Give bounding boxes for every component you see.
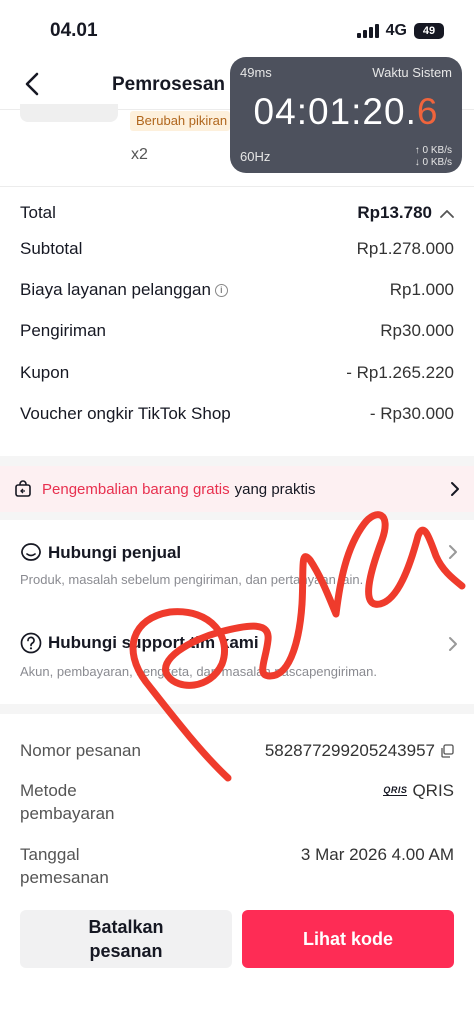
order-number-value: 582877299205243957 bbox=[264, 741, 435, 760]
chevron-up-icon bbox=[440, 209, 454, 218]
coupon-value: - Rp1.265.220 bbox=[346, 363, 454, 382]
chat-bubble-icon bbox=[21, 543, 41, 561]
free-return-subtext: yang praktis bbox=[234, 480, 316, 498]
contact-seller[interactable]: Hubungi penjual Produk, masalah sebelum … bbox=[0, 520, 474, 610]
network-speed: ↑ 0 KB/s ↓ 0 KB/s bbox=[415, 145, 452, 169]
service-fee-row: Biaya layanan pelanggan i Rp1.000 bbox=[20, 280, 454, 300]
shipping-label: Pengiriman bbox=[20, 321, 106, 340]
clock-label: Waktu Sistem bbox=[372, 65, 452, 80]
clock-time: 04:01:20.6 bbox=[230, 91, 462, 133]
shipping-value: Rp30.000 bbox=[380, 321, 454, 340]
service-fee-label: Biaya layanan pelanggan bbox=[20, 280, 211, 299]
chevron-left-icon bbox=[25, 72, 39, 96]
battery-icon: 49 bbox=[414, 23, 444, 39]
total-value: Rp13.780 bbox=[357, 203, 432, 222]
latency-readout: 49ms bbox=[240, 65, 272, 80]
status-bar: 04.01 4G 49 bbox=[0, 0, 474, 60]
product-quantity: x2 bbox=[131, 146, 148, 163]
cancel-order-label: Batalkan pesanan bbox=[88, 917, 164, 961]
contact-support[interactable]: Hubungi support tim kami Akun, pembayara… bbox=[0, 610, 474, 702]
coupon-row: Kupon - Rp1.265.220 bbox=[20, 363, 454, 383]
payment-method-row: Metode pembayaran QRIS QRIS bbox=[20, 779, 454, 827]
section-divider bbox=[0, 456, 474, 466]
order-date-value: 3 Mar 2026 4.00 AM bbox=[300, 845, 454, 864]
free-return-text: Pengembalian barang gratis bbox=[42, 480, 230, 498]
help-icon bbox=[20, 632, 42, 654]
order-number-label: Nomor pesanan bbox=[20, 741, 141, 760]
section-divider bbox=[0, 512, 474, 520]
chevron-right-icon bbox=[449, 637, 457, 651]
system-clock-overlay[interactable]: 49ms Waktu Sistem 04:01:20.6 60Hz ↑ 0 KB… bbox=[230, 57, 462, 173]
order-number-row: Nomor pesanan 582877299205243957 bbox=[20, 739, 454, 763]
view-code-button[interactable]: Lihat kode bbox=[242, 910, 454, 968]
subtotal-label: Subtotal bbox=[20, 239, 83, 258]
subtotal-value: Rp1.278.000 bbox=[356, 239, 454, 258]
chevron-right-icon bbox=[451, 482, 459, 496]
signal-icon bbox=[356, 24, 379, 38]
battery-level: 49 bbox=[422, 25, 436, 37]
return-bag-icon bbox=[15, 480, 31, 497]
order-date-label: Tanggal pemesanan bbox=[20, 845, 109, 887]
info-icon[interactable]: i bbox=[214, 283, 228, 297]
contact-seller-subtitle: Produk, masalah sebelum pengiriman, dan … bbox=[20, 572, 364, 587]
service-fee-value: Rp1.000 bbox=[389, 280, 454, 299]
cancel-order-button[interactable]: Batalkan pesanan bbox=[20, 910, 232, 968]
shipping-voucher-value: - Rp30.000 bbox=[369, 404, 454, 423]
total-value-wrap: Rp13.780 bbox=[357, 203, 454, 223]
total-label: Total bbox=[20, 203, 56, 222]
clock-time-last-digit: 6 bbox=[416, 91, 439, 132]
chevron-right-icon bbox=[449, 545, 457, 559]
coupon-label: Kupon bbox=[20, 363, 70, 382]
upload-speed: ↑ 0 KB/s bbox=[414, 145, 452, 156]
view-code-label: Lihat kode bbox=[302, 928, 393, 949]
total-row[interactable]: Total Rp13.780 bbox=[20, 203, 454, 223]
product-thumbnail[interactable] bbox=[20, 104, 118, 122]
subtotal-row: Subtotal Rp1.278.000 bbox=[20, 239, 454, 259]
free-return-banner[interactable]: Pengembalian barang gratis yang praktis bbox=[0, 466, 474, 512]
status-time: 04.01 bbox=[50, 20, 98, 41]
section-divider bbox=[0, 704, 474, 714]
contact-seller-title: Hubungi penjual bbox=[48, 543, 182, 562]
network-type: 4G bbox=[385, 22, 407, 39]
shipping-voucher-label: Voucher ongkir TikTok Shop bbox=[20, 404, 231, 423]
order-date-row: Tanggal pemesanan 3 Mar 2026 4.00 AM bbox=[20, 843, 454, 891]
qris-logo: QRIS bbox=[383, 784, 408, 796]
contact-support-subtitle: Akun, pembayaran, sengketa, dan masalah … bbox=[20, 664, 377, 679]
shipping-voucher-row: Voucher ongkir TikTok Shop - Rp30.000 bbox=[20, 404, 454, 424]
refresh-rate: 60Hz bbox=[240, 149, 271, 164]
price-summary: Total Rp13.780 Subtotal Rp1.278.000 Biay… bbox=[0, 186, 474, 456]
payment-method-label: Metode pembayaran bbox=[20, 781, 115, 823]
payment-method-value: QRIS bbox=[412, 781, 454, 800]
clock-time-main: 04:01:20. bbox=[253, 91, 417, 132]
back-button[interactable] bbox=[16, 68, 48, 100]
status-indicators: 4G 49 bbox=[356, 22, 444, 40]
copy-icon[interactable] bbox=[440, 743, 454, 758]
contact-support-title: Hubungi support tim kami bbox=[48, 633, 259, 652]
shipping-row: Pengiriman Rp30.000 bbox=[20, 321, 454, 341]
page-title: Pemrosesan bbox=[112, 74, 226, 95]
return-reason-tag: Berubah pikiran bbox=[130, 111, 230, 131]
download-speed: ↓ 0 KB/s bbox=[414, 157, 452, 168]
